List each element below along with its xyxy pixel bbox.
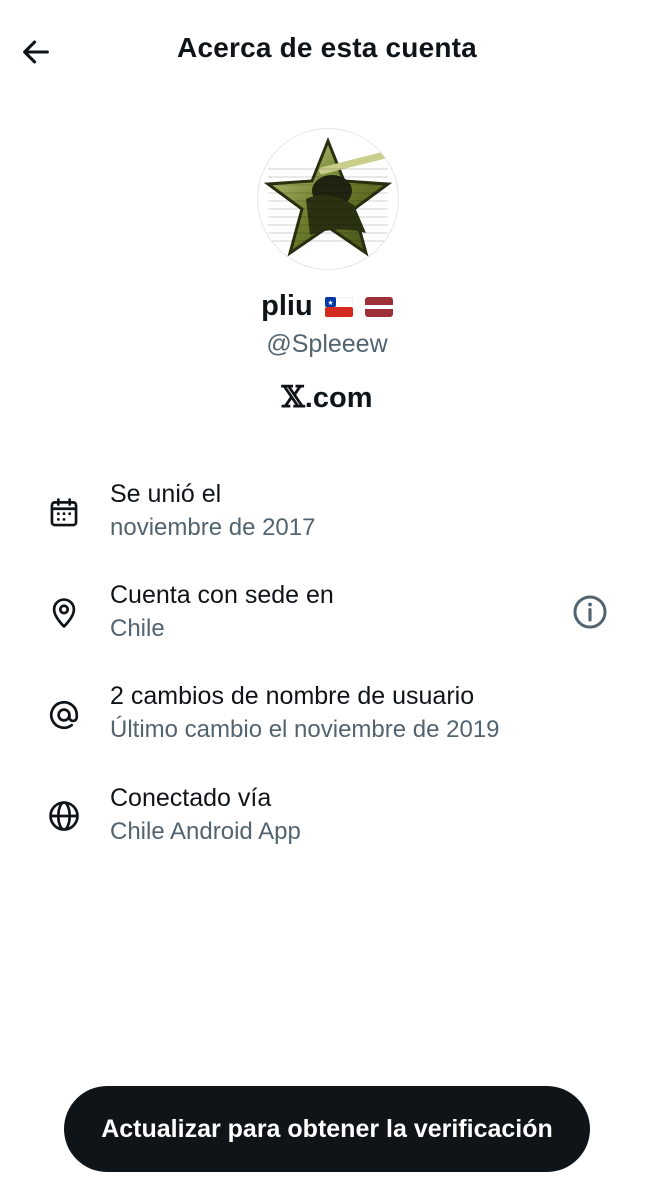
connected-via-value: Chile Android App <box>110 818 301 845</box>
connected-via-label: Conectado vía <box>110 784 272 812</box>
x-logo: 𝕏 <box>281 380 305 415</box>
location-info-button[interactable] <box>568 590 612 634</box>
joined-date-item: Se unió el noviembre de 2017 <box>0 480 654 570</box>
page-title: Acerca de esta cuenta <box>177 32 477 63</box>
globe-icon <box>44 796 84 836</box>
avatar-image <box>263 136 393 257</box>
website-domain: .com <box>304 382 373 414</box>
latvia-flag <box>364 297 393 318</box>
calendar-icon <box>44 493 84 533</box>
avatar[interactable] <box>257 128 399 270</box>
connected-via-item: Conectado vía Chile Android App <box>0 784 654 874</box>
info-icon <box>573 595 607 629</box>
get-verified-button[interactable]: Actualizar para obtener la verificación <box>64 1086 590 1172</box>
username-changes-label: 2 cambios de nombre de usuario <box>110 682 475 710</box>
top-bar: Acerca de esta cuenta <box>0 0 654 100</box>
at-sign-icon <box>44 695 84 735</box>
location-item: Cuenta con sede en Chile <box>0 581 654 671</box>
joined-value: noviembre de 2017 <box>110 514 316 541</box>
display-name: pliu <box>261 290 313 322</box>
website-link[interactable]: 𝕏.com <box>0 380 654 415</box>
location-value: Chile <box>110 615 165 642</box>
svg-text:★: ★ <box>327 299 333 307</box>
joined-label: Se unió el <box>110 480 222 508</box>
location-pin-icon <box>44 593 84 633</box>
username-changes-item: 2 cambios de nombre de usuario Último ca… <box>0 682 654 772</box>
location-label: Cuenta con sede en <box>110 581 334 609</box>
username-handle: @Spleeew <box>266 330 388 358</box>
chile-flag: ★ <box>324 297 353 318</box>
display-name-row: pliu ★ <box>0 290 654 323</box>
username-changes-value: Último cambio el noviembre de 2019 <box>110 716 500 743</box>
